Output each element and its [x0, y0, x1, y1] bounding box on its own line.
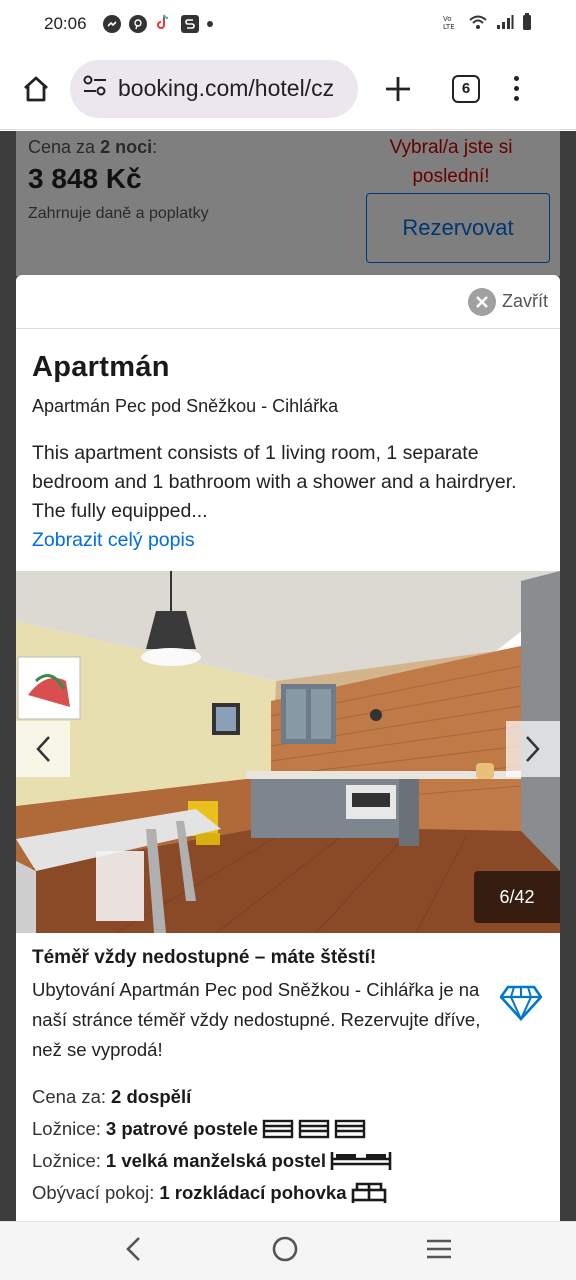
dot-icon	[206, 21, 213, 27]
kebab-dot-icon	[513, 86, 519, 91]
browser-toolbar: booking.com/hotel/cz 6	[0, 48, 576, 130]
signal-icon	[496, 14, 514, 35]
close-button[interactable]: Zavřít	[467, 287, 548, 316]
back-chevron-icon	[126, 1236, 140, 1261]
bunk-bed-icon	[262, 1119, 366, 1139]
s-app-icon	[180, 15, 199, 33]
site-settings-icon[interactable]	[82, 75, 108, 102]
close-label: Zavřít	[501, 291, 548, 311]
recents-button[interactable]	[424, 1237, 454, 1266]
room-photo-carousel[interactable]: 6/42	[16, 571, 560, 933]
plus-icon	[386, 76, 410, 101]
room-description: This apartment consists of 1 living room…	[32, 442, 517, 522]
svg-text:Vo: Vo	[443, 15, 452, 23]
system-icons: Vo LTE	[442, 12, 532, 36]
tiktok-icon	[155, 13, 173, 36]
home-icon	[24, 76, 48, 101]
fact-price-for: Cena za: 2 dospělí	[32, 1086, 192, 1107]
fact-double-bed: Ložnice: 1 velká manželská postel	[32, 1145, 544, 1177]
url-bar[interactable]: booking.com/hotel/cz	[70, 59, 358, 118]
circle-home-icon	[272, 1236, 298, 1261]
rare-find-row: Ubytování Apartmán Pec pod Sněžkou - Cih…	[32, 975, 544, 1065]
system-navigation-bar	[0, 1221, 576, 1280]
rare-find-title: Téměř vždy nedostupné – máte štěstí!	[32, 947, 377, 968]
messenger-icon	[102, 15, 121, 33]
kebab-dot-icon	[513, 96, 519, 101]
previous-photo-button[interactable]	[16, 721, 70, 777]
modal-header: Zavřít	[16, 275, 560, 329]
home-nav-button[interactable]	[270, 1234, 300, 1269]
battery-icon	[522, 12, 532, 36]
home-button[interactable]	[16, 69, 56, 109]
volte-icon: Vo LTE	[442, 13, 460, 36]
pinterest-icon	[128, 15, 147, 33]
show-full-description-link[interactable]: Zobrazit celý popis	[32, 526, 544, 555]
url-text: booking.com/hotel/cz	[118, 75, 335, 101]
browser-menu-button[interactable]	[510, 71, 522, 107]
chevron-left-icon	[36, 736, 50, 762]
kebab-dot-icon	[513, 76, 519, 81]
room-title: Apartmán	[32, 351, 170, 383]
svg-text:LTE: LTE	[443, 23, 455, 31]
double-bed-icon	[330, 1150, 392, 1172]
next-photo-button[interactable]	[506, 721, 560, 777]
new-tab-button[interactable]	[380, 71, 416, 107]
recents-lines-icon	[427, 1239, 451, 1258]
room-info: Téměř vždy nedostupné – máte štěstí! Uby…	[32, 947, 544, 1209]
fact-bunk-beds: Ložnice: 3 patrové postele	[32, 1113, 544, 1145]
fact-sofa-bed: Obývací pokoj: 1 rozkládací pohovka	[32, 1177, 544, 1209]
tab-switcher-button[interactable]: 6	[452, 74, 480, 103]
close-icon	[467, 287, 496, 316]
property-name: Apartmán Pec pod Sněžkou - Cihlářka	[32, 396, 339, 416]
diamond-icon	[499, 985, 543, 1026]
back-button[interactable]	[122, 1235, 146, 1268]
sofa-bed-icon	[351, 1182, 387, 1204]
chevron-right-icon	[526, 736, 540, 762]
room-facts: Cena za: 2 dospělí Ložnice: 3 patrové post…	[32, 1081, 544, 1209]
status-time: 20:06	[44, 14, 87, 33]
notification-icons	[102, 13, 213, 36]
wifi-icon	[468, 14, 488, 35]
status-bar: 20:06 Vo LTE	[0, 0, 576, 48]
photo-counter: 6/42	[474, 871, 560, 923]
room-details-modal: Zavřít Apartmán Apartmán Pec pod Sněžkou…	[16, 275, 560, 1221]
rare-find-text: Ubytování Apartmán Pec pod Sněžkou - Cih…	[32, 979, 481, 1060]
